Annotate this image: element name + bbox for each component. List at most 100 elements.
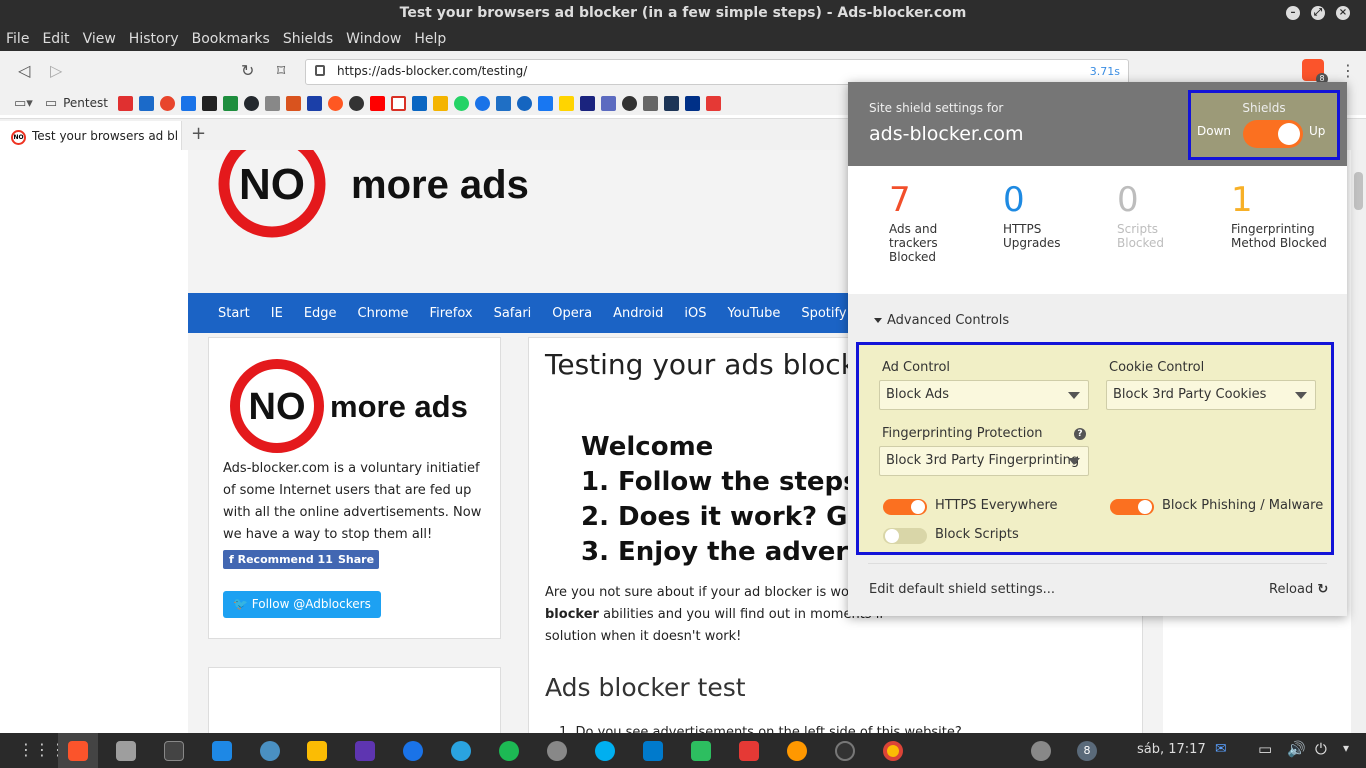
menu-history[interactable]: History	[129, 31, 179, 47]
spotify-icon[interactable]	[499, 741, 519, 761]
bookmark-icon[interactable]	[495, 95, 511, 111]
telegram-icon[interactable]	[451, 741, 471, 761]
evernote-icon[interactable]	[691, 741, 711, 761]
nav-spotify[interactable]: Spotify	[801, 306, 846, 321]
nav-safari[interactable]: Safari	[494, 306, 532, 321]
bookmark-icon[interactable]	[621, 95, 637, 111]
app-icon[interactable]	[787, 741, 807, 761]
app-icon[interactable]	[260, 741, 280, 761]
reload-button[interactable]: Reload ↻	[1269, 582, 1328, 597]
app-icon[interactable]	[739, 741, 759, 761]
linkedin-icon[interactable]	[411, 95, 427, 111]
block-phishing-toggle[interactable]	[1110, 499, 1154, 515]
menu-view[interactable]: View	[83, 31, 116, 47]
nav-chrome[interactable]: Chrome	[358, 306, 409, 321]
facebook-share-button[interactable]: Share	[333, 550, 380, 569]
nav-youtube[interactable]: YouTube	[727, 306, 780, 321]
close-button[interactable]: ×	[1336, 6, 1350, 20]
nav-edge[interactable]: Edge	[304, 306, 337, 321]
bookmark-icon[interactable]	[663, 95, 679, 111]
app-icon[interactable]	[835, 741, 855, 761]
tab-active[interactable]: NO Test your browsers ad bloc	[0, 121, 182, 151]
brave-taskbar-icon[interactable]	[68, 741, 88, 761]
bookmark-icon[interactable]	[201, 95, 217, 111]
nav-ie[interactable]: IE	[271, 306, 283, 321]
chrome-icon[interactable]	[883, 741, 903, 761]
folder-icon[interactable]: ▭▾	[14, 96, 33, 111]
bookmark-icon[interactable]	[516, 95, 532, 111]
monitor-icon[interactable]	[212, 741, 232, 761]
bookmark-icon[interactable]	[222, 95, 238, 111]
menu-kebab-icon[interactable]: ⋮	[1340, 61, 1356, 80]
whatsapp-icon[interactable]	[453, 95, 469, 111]
bookmark-icon[interactable]	[180, 95, 196, 111]
menu-bookmarks[interactable]: Bookmarks	[192, 31, 270, 47]
bookmark-icon[interactable]	[264, 95, 280, 111]
bookmark-folder-pentest[interactable]: Pentest	[63, 96, 108, 110]
bookmark-icon[interactable]	[600, 95, 616, 111]
github-icon[interactable]	[243, 95, 259, 111]
advanced-controls-toggle[interactable]: Advanced Controls	[874, 313, 1009, 328]
bookmark-icon[interactable]	[579, 95, 595, 111]
no-more-ads-logo[interactable]: NO more ads	[217, 150, 557, 252]
bookmark-icon[interactable]	[705, 95, 721, 111]
page-scrollbar[interactable]	[1351, 150, 1366, 733]
new-tab-icon[interactable]: +	[191, 123, 206, 144]
forward-icon[interactable]: ▷	[50, 61, 62, 80]
clock[interactable]: sáb, 17:17	[1137, 742, 1206, 757]
google-drive-icon[interactable]	[307, 741, 327, 761]
menu-shields[interactable]: Shields	[283, 31, 333, 47]
cookie-control-select[interactable]: Block 3rd Party Cookies	[1106, 380, 1316, 410]
fingerprinting-select[interactable]: Block 3rd Party Fingerprinting	[879, 446, 1089, 476]
notification-badge[interactable]: 8	[1077, 741, 1097, 761]
maximize-button[interactable]: ⤢	[1311, 6, 1325, 20]
reload-icon[interactable]: ↻	[241, 61, 254, 80]
ad-control-select[interactable]: Block Ads	[879, 380, 1089, 410]
terminal-icon[interactable]	[164, 741, 184, 761]
shields-main-toggle[interactable]	[1243, 120, 1303, 148]
bookmark-icon[interactable]	[474, 95, 490, 111]
nav-android[interactable]: Android	[613, 306, 663, 321]
teamviewer-icon[interactable]	[403, 741, 423, 761]
menu-edit[interactable]: Edit	[42, 31, 69, 47]
power-icon[interactable]: ⏻	[1315, 740, 1327, 758]
back-icon[interactable]: ◁	[18, 61, 30, 80]
twitter-follow-button[interactable]: 🐦 Follow @Adblockers	[223, 591, 381, 618]
menu-help[interactable]: Help	[414, 31, 446, 47]
bookmark-icon[interactable]	[432, 95, 448, 111]
help-icon[interactable]: ?	[1074, 428, 1086, 440]
minimize-button[interactable]: –	[1286, 6, 1300, 20]
bookmark-icon[interactable]	[558, 95, 574, 111]
nav-start[interactable]: Start	[218, 306, 250, 321]
volume-icon[interactable]: 🔊	[1287, 740, 1306, 758]
tray-app-icon[interactable]	[1031, 741, 1051, 761]
chevron-down-icon[interactable]: ▾	[1343, 741, 1349, 755]
app-icon[interactable]	[355, 741, 375, 761]
mail-icon[interactable]: ✉	[1215, 741, 1227, 757]
bookmark-icon[interactable]	[327, 95, 343, 111]
facebook-recommend-button[interactable]: f Recommend 11	[223, 550, 339, 569]
paypal-icon[interactable]	[684, 95, 700, 111]
youtube-icon[interactable]	[369, 95, 385, 111]
vscode-icon[interactable]	[643, 741, 663, 761]
nav-ios[interactable]: iOS	[684, 306, 706, 321]
bookmark-icon[interactable]	[159, 95, 175, 111]
screen-icon[interactable]: ▭	[1258, 740, 1272, 758]
bookmark-icon[interactable]	[117, 95, 133, 111]
bookmark-icon[interactable]	[348, 95, 364, 111]
edit-default-settings-link[interactable]: Edit default shield settings...	[869, 582, 1055, 597]
block-scripts-toggle[interactable]	[883, 528, 927, 544]
bookmark-icon[interactable]	[138, 95, 154, 111]
bookmark-icon[interactable]: ⌑	[277, 61, 285, 80]
bookmark-icon[interactable]	[642, 95, 658, 111]
skype-icon[interactable]	[595, 741, 615, 761]
facebook-icon[interactable]	[537, 95, 553, 111]
gmail-icon[interactable]	[390, 95, 406, 111]
bookmark-icon[interactable]	[285, 95, 301, 111]
https-everywhere-toggle[interactable]	[883, 499, 927, 515]
app-icon[interactable]	[547, 741, 567, 761]
scrollbar-thumb[interactable]	[1354, 172, 1363, 210]
nav-firefox[interactable]: Firefox	[430, 306, 473, 321]
bookmark-icon[interactable]	[306, 95, 322, 111]
menu-window[interactable]: Window	[346, 31, 401, 47]
